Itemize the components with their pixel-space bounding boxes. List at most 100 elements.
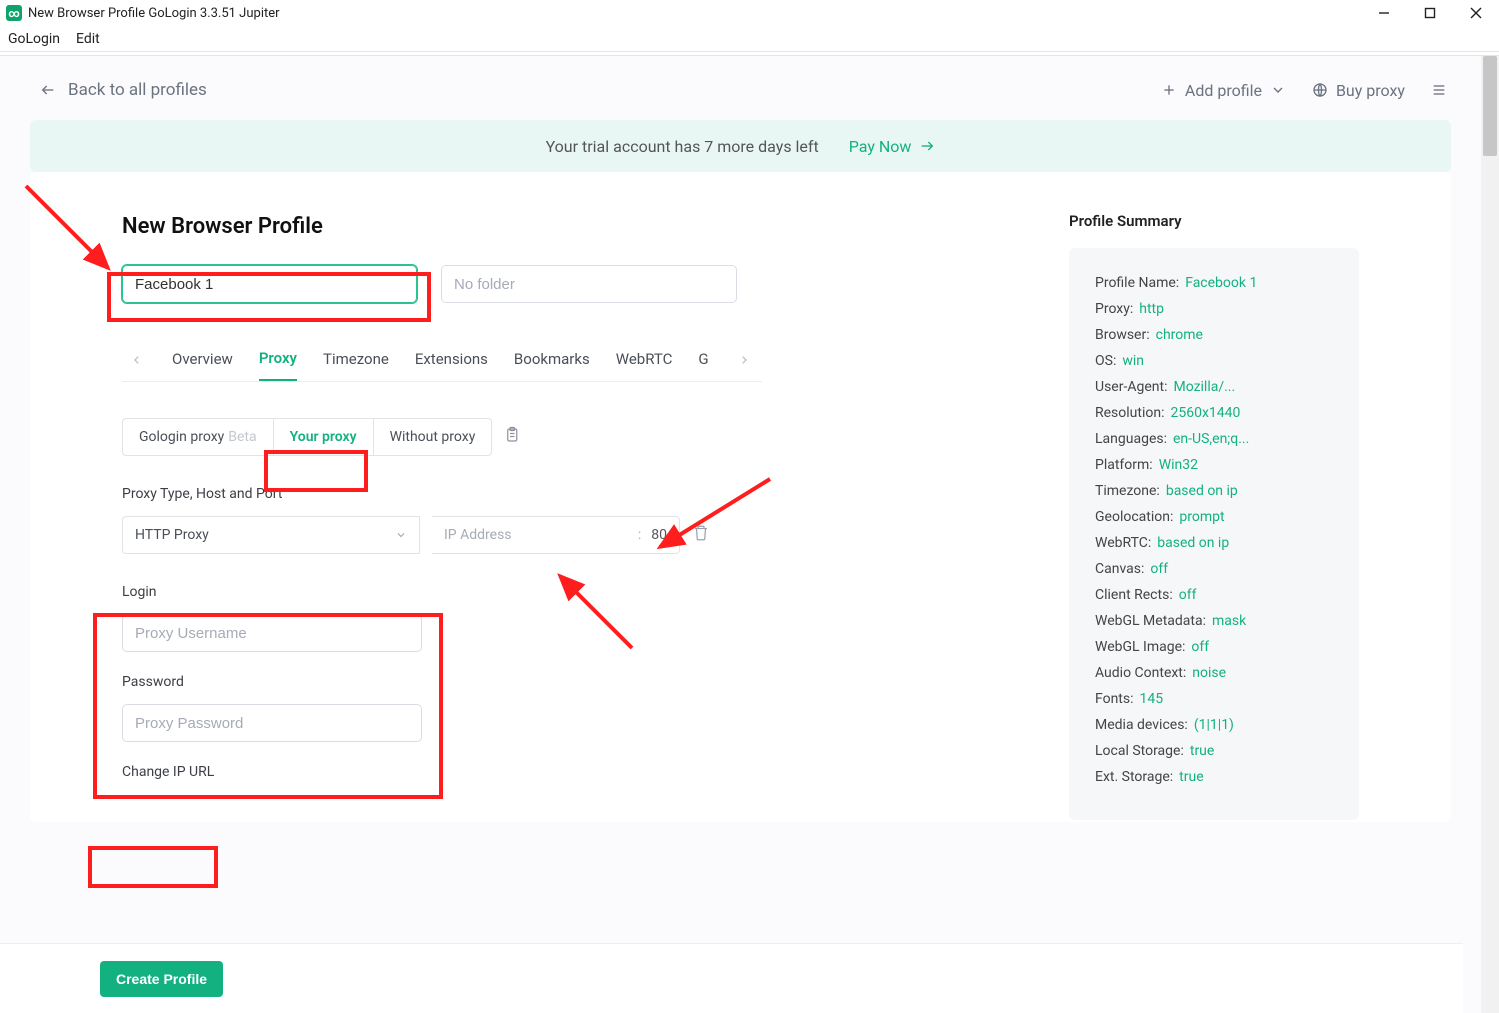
tab-more[interactable]: G <box>698 340 708 380</box>
window-title: New Browser Profile GoLogin 3.3.51 Jupit… <box>28 6 280 21</box>
summary-value: prompt <box>1179 509 1224 525</box>
add-profile-label: Add profile <box>1185 81 1262 100</box>
bottom-action-bar: Create Profile <box>0 943 1463 1013</box>
summary-row: WebRTC: based on ip <box>1095 530 1333 556</box>
summary-key: Audio Context: <box>1095 665 1186 681</box>
summary-key: Profile Name: <box>1095 275 1179 291</box>
summary-value: (1|1|1) <box>1194 717 1234 733</box>
trial-text: Your trial account has 7 more days left <box>546 137 819 156</box>
summary-value: true <box>1190 743 1214 759</box>
seg-your-proxy[interactable]: Your proxy <box>274 418 374 456</box>
tab-bookmarks[interactable]: Bookmarks <box>514 340 590 380</box>
profile-name-input[interactable] <box>122 265 417 303</box>
menu-gologin[interactable]: GoLogin <box>8 31 60 47</box>
summary-key: WebRTC: <box>1095 535 1151 551</box>
page-title: New Browser Profile <box>122 214 762 239</box>
summary-key: Platform: <box>1095 457 1153 473</box>
summary-key: Media devices: <box>1095 717 1188 733</box>
proxy-username-input[interactable] <box>122 614 422 652</box>
summary-value: based on ip <box>1157 535 1229 551</box>
summary-key: Ext. Storage: <box>1095 769 1173 785</box>
summary-row: Ext. Storage: true <box>1095 764 1333 790</box>
summary-value: Facebook 1 <box>1185 275 1257 291</box>
summary-row: Browser:chrome <box>1095 322 1333 348</box>
vertical-scrollbar[interactable] <box>1481 56 1499 1013</box>
summary-key: Proxy: <box>1095 301 1133 317</box>
summary-value: off <box>1191 639 1209 655</box>
summary-key: Languages: <box>1095 431 1167 447</box>
change-ip-url-label: Change IP URL <box>122 764 762 780</box>
summary-value: true <box>1179 769 1203 785</box>
login-label: Login <box>122 584 762 600</box>
clipboard-icon <box>504 426 522 444</box>
trash-icon <box>692 524 710 542</box>
tabs-prev-button[interactable] <box>128 351 146 369</box>
proxy-type-select[interactable]: HTTP Proxy <box>122 516 420 554</box>
profile-summary-box: Profile Name: Facebook 1 Proxy: http Browser… <box>1069 248 1359 820</box>
seg-without-proxy[interactable]: Without proxy <box>374 418 493 456</box>
scrollbar-thumb[interactable] <box>1483 56 1497 156</box>
trial-banner: Your trial account has 7 more days left … <box>30 120 1451 172</box>
seg-without-proxy-label: Without proxy <box>390 429 476 445</box>
annotation-rect <box>88 846 218 888</box>
profile-tabs: Overview Proxy Timezone Extensions Bookm… <box>122 339 762 382</box>
paste-proxy-button[interactable] <box>504 426 522 448</box>
ip-port-field[interactable]: IP Address : 80 <box>432 516 680 554</box>
tab-proxy[interactable]: Proxy <box>259 339 297 381</box>
tabs-next-button[interactable] <box>735 351 753 369</box>
ip-port-separator: : <box>638 527 641 543</box>
summary-row: Platform:Win32 <box>1095 452 1333 478</box>
summary-row: Audio Context: noise <box>1095 660 1333 686</box>
summary-key: WebGL Image: <box>1095 639 1185 655</box>
proxy-type-host-port-label: Proxy Type, Host and Port <box>122 486 762 502</box>
summary-value: Mozilla/... <box>1173 379 1235 395</box>
chevron-down-icon <box>1270 82 1286 98</box>
title-bar: ∞ New Browser Profile GoLogin 3.3.51 Jup… <box>0 0 1499 26</box>
summary-row: Resolution:2560x1440 <box>1095 400 1333 426</box>
summary-row: Profile Name: Facebook 1 <box>1095 270 1333 296</box>
pay-now-label: Pay Now <box>849 137 912 156</box>
summary-key: OS: <box>1095 353 1116 369</box>
window-minimize-button[interactable] <box>1361 0 1407 26</box>
chevron-left-icon <box>132 355 142 365</box>
add-profile-button[interactable]: Add profile <box>1161 81 1286 100</box>
folder-select[interactable] <box>441 265 737 303</box>
back-to-profiles-link[interactable]: Back to all profiles <box>40 80 207 100</box>
hamburger-menu-button[interactable] <box>1431 82 1447 98</box>
proxy-password-input[interactable] <box>122 704 422 742</box>
summary-key: Browser: <box>1095 327 1150 343</box>
clear-proxy-button[interactable] <box>692 524 710 546</box>
summary-row: Canvas:off <box>1095 556 1333 582</box>
seg-gologin-proxy[interactable]: Gologin proxy Beta <box>122 418 274 456</box>
buy-proxy-button[interactable]: Buy proxy <box>1312 81 1405 100</box>
proxy-type-value: HTTP Proxy <box>135 527 209 543</box>
menu-edit[interactable]: Edit <box>76 31 100 47</box>
summary-row: Timezone:based on ip <box>1095 478 1333 504</box>
seg-gologin-proxy-label: Gologin proxy <box>139 429 224 445</box>
summary-row: Fonts:145 <box>1095 686 1333 712</box>
tab-overview[interactable]: Overview <box>172 340 233 380</box>
pay-now-link[interactable]: Pay Now <box>849 137 936 156</box>
tab-extensions[interactable]: Extensions <box>415 340 488 380</box>
summary-row: Client Rects:off <box>1095 582 1333 608</box>
create-profile-button[interactable]: Create Profile <box>100 961 223 997</box>
summary-row: Media devices: (1|1|1) <box>1095 712 1333 738</box>
tab-webrtc[interactable]: WebRTC <box>616 340 673 380</box>
arrow-right-icon <box>919 138 935 154</box>
summary-value: based on ip <box>1166 483 1238 499</box>
summary-row: WebGL Metadata:mask <box>1095 608 1333 634</box>
tab-timezone[interactable]: Timezone <box>323 340 389 380</box>
seg-your-proxy-label: Your proxy <box>290 429 357 445</box>
summary-value: off <box>1179 587 1197 603</box>
window-maximize-button[interactable] <box>1407 0 1453 26</box>
summary-value: off <box>1150 561 1168 577</box>
summary-key: Resolution: <box>1095 405 1164 421</box>
summary-value: http <box>1139 301 1164 317</box>
summary-key: Fonts: <box>1095 691 1134 707</box>
summary-value: noise <box>1192 665 1226 681</box>
globe-icon <box>1312 82 1328 98</box>
password-label: Password <box>122 674 762 690</box>
window-close-button[interactable] <box>1453 0 1499 26</box>
app-badge: ∞ <box>6 5 22 21</box>
menu-bar: GoLogin Edit <box>0 26 1499 52</box>
